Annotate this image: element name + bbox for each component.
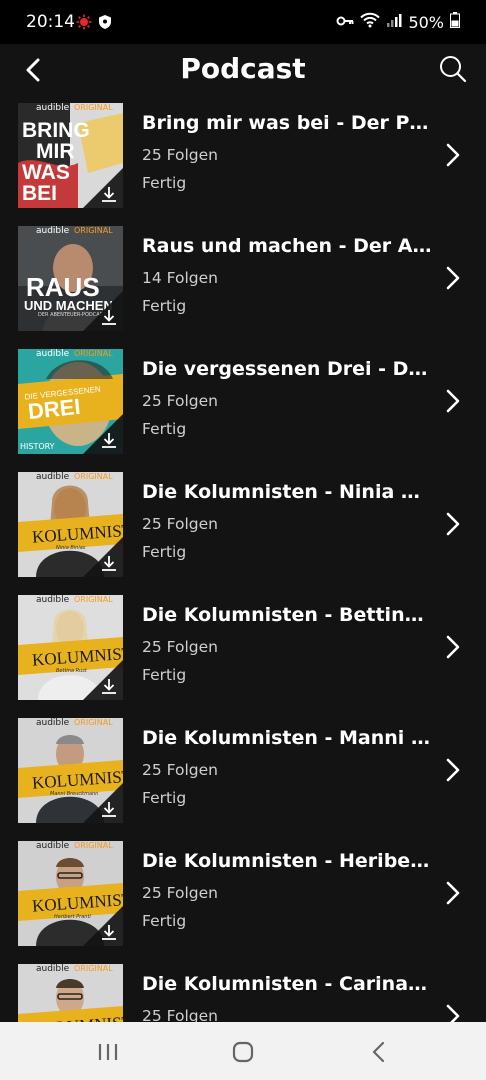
episode-count: 25 Folgen [142, 1007, 219, 1022]
svg-text:BEI: BEI [22, 182, 57, 205]
battery-icon [450, 12, 460, 32]
podcast-row[interactable]: KOLUMNISTEN audible ORIGINAL Manni Breuc… [0, 711, 486, 834]
cover-subtitle: HISTORY [20, 442, 55, 451]
podcast-status: Fertig [142, 420, 187, 438]
podcast-cover: RAUS UND MACHEN audible ORIGINAL DER ABE… [18, 226, 123, 331]
cover-title-text: BRING [22, 119, 90, 142]
recents-button[interactable] [94, 1038, 122, 1066]
podcast-title: Die Kolumnisten - Heribert Prantl [142, 850, 432, 872]
app-header: Podcast [0, 44, 486, 96]
chevron-right-icon[interactable] [444, 265, 462, 291]
chevron-right-icon[interactable] [444, 511, 462, 537]
page-title: Podcast [180, 52, 306, 85]
download-icon[interactable] [100, 308, 118, 326]
chevron-right-icon[interactable] [444, 388, 462, 414]
download-icon[interactable] [100, 554, 118, 572]
cover-brand-original: ORIGINAL [74, 103, 113, 112]
podcast-title: Die Kolumnisten - Manni Breuckmann [142, 727, 432, 749]
podcast-status: Fertig [142, 543, 187, 561]
podcast-cover: KOLUMNISTEN audible ORIGINAL Manni Breuc… [18, 718, 123, 823]
podcast-list: BRING MIR WAS BEI audible ORIGINAL Bring… [0, 96, 486, 1022]
battery-level: 50% [408, 12, 444, 32]
cover-brand-original: ORIGINAL [74, 841, 113, 850]
cover-brand-audible: audible [36, 103, 70, 113]
wifi-icon [360, 12, 381, 32]
podcast-cover: KOLUMNISTEN audible ORIGINAL Ninia Binia… [18, 472, 123, 577]
download-icon[interactable] [100, 800, 118, 818]
chevron-right-icon[interactable] [444, 880, 462, 906]
cover-brand-original: ORIGINAL [74, 964, 113, 973]
notification-dot-icon [76, 14, 92, 34]
podcast-status: Fertig [142, 297, 187, 315]
cover-brand-audible: audible [36, 964, 70, 974]
chevron-right-icon[interactable] [444, 142, 462, 168]
home-button[interactable] [229, 1038, 257, 1066]
podcast-title: Bring mir was bei - Der Podcast [142, 112, 432, 134]
search-icon [440, 56, 467, 83]
recents-icon [98, 1044, 118, 1060]
episode-count: 25 Folgen [142, 884, 219, 902]
cover-brand-original: ORIGINAL [74, 226, 113, 235]
download-icon[interactable] [100, 923, 118, 941]
podcast-status: Fertig [142, 789, 187, 807]
podcast-status: Fertig [142, 666, 187, 684]
cover-brand-audible: audible [36, 226, 70, 236]
cover-brand-audible: audible [36, 472, 70, 482]
podcast-title: Die vergessenen Drei - Der Podcast [142, 358, 432, 380]
podcast-title: Die Kolumnisten - Bettina Rust [142, 604, 432, 626]
shield-icon [98, 14, 112, 34]
podcast-title: Die Kolumnisten - Carina Konrad [142, 973, 432, 995]
chevron-right-icon[interactable] [444, 1003, 462, 1022]
podcast-cover: KOLUMNISTEN audible ORIGINAL [18, 964, 123, 1022]
episode-count: 25 Folgen [142, 638, 219, 656]
download-icon[interactable] [100, 431, 118, 449]
system-nav-bar [0, 1022, 486, 1080]
cover-brand-original: ORIGINAL [74, 718, 113, 727]
episode-count: 25 Folgen [142, 515, 219, 533]
podcast-cover: KOLUMNISTEN audible ORIGINAL Heribert Pr… [18, 841, 123, 946]
cover-brand-audible: audible [36, 841, 70, 851]
svg-text:MIR: MIR [36, 140, 75, 163]
episode-count: 14 Folgen [142, 269, 219, 287]
cover-brand-audible: audible [36, 595, 70, 605]
podcast-cover: BRING MIR WAS BEI audible ORIGINAL [18, 103, 123, 208]
episode-count: 25 Folgen [142, 146, 219, 164]
status-time: 20:14 [26, 12, 75, 32]
podcast-row[interactable]: KOLUMNISTEN audible ORIGINAL Heribert Pr… [0, 834, 486, 957]
cover-brand-original: ORIGINAL [74, 349, 113, 358]
podcast-cover: DREI DIE VERGESSENEN audible ORIGINAL HI… [18, 349, 123, 454]
cover-brand-original: ORIGINAL [74, 472, 113, 481]
podcast-status: Fertig [142, 174, 187, 192]
signal-icon [386, 12, 402, 32]
home-icon [232, 1041, 254, 1063]
episode-count: 25 Folgen [142, 761, 219, 779]
key-icon [336, 13, 354, 32]
cover-brand-audible: audible [36, 349, 70, 359]
podcast-row[interactable]: KOLUMNISTEN audible ORIGINAL Bettina Rus… [0, 588, 486, 711]
chevron-right-icon[interactable] [444, 757, 462, 783]
nav-back-icon [372, 1041, 385, 1063]
cover-subtitle: Ninia Binias [56, 545, 86, 551]
podcast-row[interactable]: RAUS UND MACHEN audible ORIGINAL DER ABE… [0, 219, 486, 342]
podcast-cover: KOLUMNISTEN audible ORIGINAL Bettina Rus… [18, 595, 123, 700]
podcast-title: Die Kolumnisten - Ninia Binias [142, 481, 432, 503]
cover-brand-original: ORIGINAL [74, 595, 113, 604]
podcast-row[interactable]: KOLUMNISTEN audible ORIGINAL Die Kolumni… [0, 957, 486, 1022]
cover-brand-audible: audible [36, 718, 70, 728]
podcast-row[interactable]: BRING MIR WAS BEI audible ORIGINAL Bring… [0, 96, 486, 219]
download-icon[interactable] [100, 185, 118, 203]
episode-count: 25 Folgen [142, 392, 219, 410]
download-icon[interactable] [100, 677, 118, 695]
chevron-right-icon[interactable] [444, 634, 462, 660]
podcast-title: Raus und machen - Der Abenteuer-Podcast [142, 235, 432, 257]
podcast-status: Fertig [142, 912, 187, 930]
search-button[interactable] [438, 54, 468, 84]
podcast-row[interactable]: DREI DIE VERGESSENEN audible ORIGINAL HI… [0, 342, 486, 465]
svg-text:WAS: WAS [22, 161, 70, 184]
status-bar: 20:14 50% [0, 0, 486, 44]
podcast-row[interactable]: KOLUMNISTEN audible ORIGINAL Ninia Binia… [0, 465, 486, 588]
nav-back-button[interactable] [366, 1038, 394, 1066]
